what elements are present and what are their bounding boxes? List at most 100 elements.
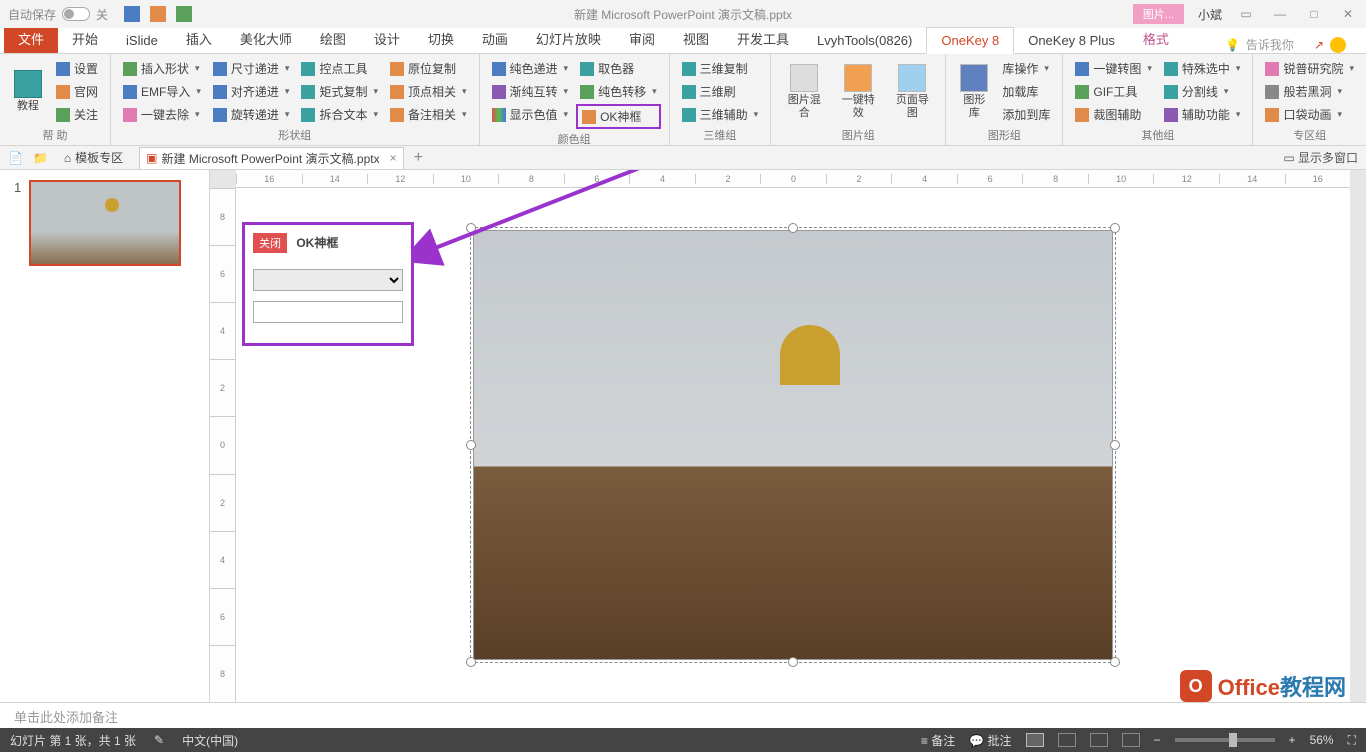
tab-onekey8[interactable]: OneKey 8 [926, 27, 1014, 54]
inplace-copy-button[interactable]: 原位复制 [386, 58, 471, 79]
gif-tool-button[interactable]: GIF工具 [1071, 81, 1156, 102]
close-icon[interactable]: ✕ [1338, 7, 1358, 21]
follow-button[interactable]: 关注 [52, 104, 102, 125]
eyedropper-button[interactable]: 取色器 [576, 58, 661, 79]
handle-right[interactable] [1110, 440, 1120, 450]
3d-assist-button[interactable]: 三维辅助 [678, 104, 763, 125]
template-area-tab[interactable]: ⌂模板专区 [58, 147, 129, 168]
tab-slideshow[interactable]: 幻灯片放映 [522, 24, 615, 53]
emf-import-button[interactable]: EMF导入 [119, 81, 205, 102]
align-step-button[interactable]: 对齐递进 [209, 81, 294, 102]
fit-window-button[interactable]: ⛶ [1348, 733, 1356, 748]
handle-top-left[interactable] [466, 223, 476, 233]
one-click-effect-button[interactable]: 一键特效 [833, 58, 883, 125]
handle-bottom-right[interactable] [1110, 657, 1120, 667]
settings-button[interactable]: 设置 [52, 58, 102, 79]
one-click-remove-button[interactable]: 一键去除 [119, 104, 205, 125]
handle-top[interactable] [788, 223, 798, 233]
notes-related-button[interactable]: 备注相关 [386, 104, 471, 125]
close-tab-icon[interactable]: × [390, 151, 397, 165]
maximize-icon[interactable]: □ [1304, 7, 1324, 21]
tab-review[interactable]: 审阅 [615, 24, 669, 53]
divider-button[interactable]: 分割线 [1160, 81, 1245, 102]
tutorial-button[interactable]: 教程 [8, 58, 48, 125]
library-ops-button[interactable]: 库操作 [998, 58, 1054, 79]
handle-bottom-left[interactable] [466, 657, 476, 667]
document-tab[interactable]: ▣新建 Microsoft PowerPoint 演示文稿.pptx× [139, 147, 403, 169]
rotate-step-button[interactable]: 旋转递进 [209, 104, 294, 125]
size-step-button[interactable]: 尺寸递进 [209, 58, 294, 79]
3d-brush-button[interactable]: 三维刷 [678, 81, 763, 102]
image-blend-button[interactable]: 图片混合 [779, 58, 829, 125]
tell-me[interactable]: 💡 告诉我你 ↗ [1225, 36, 1346, 53]
context-tab-label[interactable]: 图片... [1133, 4, 1184, 24]
save-icon[interactable] [124, 6, 140, 22]
handle-bottom[interactable] [788, 657, 798, 667]
ribbon-options-icon[interactable]: ▭ [1236, 7, 1256, 21]
crop-assist-button[interactable]: 裁图辅助 [1071, 104, 1156, 125]
slideshow-view-button[interactable] [1122, 733, 1140, 747]
spell-check-icon[interactable]: ✎ [154, 733, 164, 747]
special-select-button[interactable]: 特殊选中 [1160, 58, 1245, 79]
normal-view-button[interactable] [1026, 733, 1044, 747]
popup-input[interactable] [253, 301, 403, 323]
tab-draw[interactable]: 绘图 [306, 24, 360, 53]
notes-toggle[interactable]: ≡ 备注 [921, 732, 955, 749]
zoom-slider[interactable] [1175, 738, 1275, 742]
add-to-library-button[interactable]: 添加到库 [998, 104, 1054, 125]
tab-islide[interactable]: iSlide [112, 28, 172, 53]
3d-copy-button[interactable]: 三维复制 [678, 58, 763, 79]
ruipu-button[interactable]: 锐普研究院 [1261, 58, 1358, 79]
vertex-button[interactable]: 顶点相关 [386, 81, 471, 102]
add-tab-icon[interactable]: + [414, 149, 423, 167]
matrix-copy-button[interactable]: 矩式复制 [297, 81, 382, 102]
ok-magic-box-button[interactable]: OK神框 [576, 104, 661, 129]
zoom-level[interactable]: 56% [1310, 733, 1334, 747]
control-point-button[interactable]: 控点工具 [297, 58, 382, 79]
minimize-icon[interactable]: — [1270, 7, 1290, 21]
tab-file[interactable]: 文件 [4, 24, 58, 53]
multi-window-button[interactable]: ▭ 显示多窗口 [1283, 149, 1358, 166]
handle-left[interactable] [466, 440, 476, 450]
new-doc-icon[interactable]: 📄 [8, 151, 23, 165]
tab-format[interactable]: 格式 [1129, 24, 1183, 53]
tab-home[interactable]: 开始 [58, 24, 112, 53]
qat-icon-2[interactable] [150, 6, 166, 22]
open-folder-icon[interactable]: 📁 [33, 151, 48, 165]
tab-developer[interactable]: 开发工具 [723, 24, 803, 53]
smiley-icon[interactable] [1330, 37, 1346, 53]
shape-library-button[interactable]: 图形库 [954, 58, 994, 125]
website-button[interactable]: 官网 [52, 81, 102, 102]
page-export-button[interactable]: 页面导图 [887, 58, 937, 125]
load-library-button[interactable]: 加载库 [998, 81, 1054, 102]
qat-icon-3[interactable] [176, 6, 192, 22]
comments-toggle[interactable]: 💬 批注 [969, 732, 1011, 749]
pocket-anim-button[interactable]: 口袋动画 [1261, 104, 1358, 125]
show-color-value-button[interactable]: 显示色值 [488, 104, 573, 125]
tab-transitions[interactable]: 切换 [414, 24, 468, 53]
slide-counter[interactable]: 幻灯片 第 1 张，共 1 张 [10, 732, 136, 749]
sorter-view-button[interactable] [1058, 733, 1076, 747]
assist-func-button[interactable]: 辅助功能 [1160, 104, 1245, 125]
tab-insert[interactable]: 插入 [172, 24, 226, 53]
insert-shape-button[interactable]: 插入形状 [119, 58, 205, 79]
blackhole-button[interactable]: 般若黑洞 [1261, 81, 1358, 102]
split-text-button[interactable]: 拆合文本 [297, 104, 382, 125]
user-name[interactable]: 小斌 [1198, 6, 1222, 23]
color-transfer-button[interactable]: 纯色转移 [576, 81, 661, 102]
zoom-in-button[interactable]: + [1289, 733, 1296, 747]
handle-top-right[interactable] [1110, 223, 1120, 233]
tab-animations[interactable]: 动画 [468, 24, 522, 53]
gradient-swap-button[interactable]: 渐纯互转 [488, 81, 573, 102]
tab-beautify[interactable]: 美化大师 [226, 24, 306, 53]
slide-thumbnail-1[interactable] [29, 180, 181, 266]
tab-onekey8plus[interactable]: OneKey 8 Plus [1014, 28, 1129, 53]
selected-image[interactable] [473, 230, 1113, 660]
tab-design[interactable]: 设计 [360, 24, 414, 53]
language-indicator[interactable]: 中文(中国) [182, 732, 238, 749]
popup-close-button[interactable]: 关闭 [253, 233, 287, 253]
convert-image-button[interactable]: 一键转图 [1071, 58, 1156, 79]
popup-dropdown[interactable] [253, 269, 403, 291]
reading-view-button[interactable] [1090, 733, 1108, 747]
autosave-toggle[interactable]: 自动保存 关 [8, 6, 108, 23]
